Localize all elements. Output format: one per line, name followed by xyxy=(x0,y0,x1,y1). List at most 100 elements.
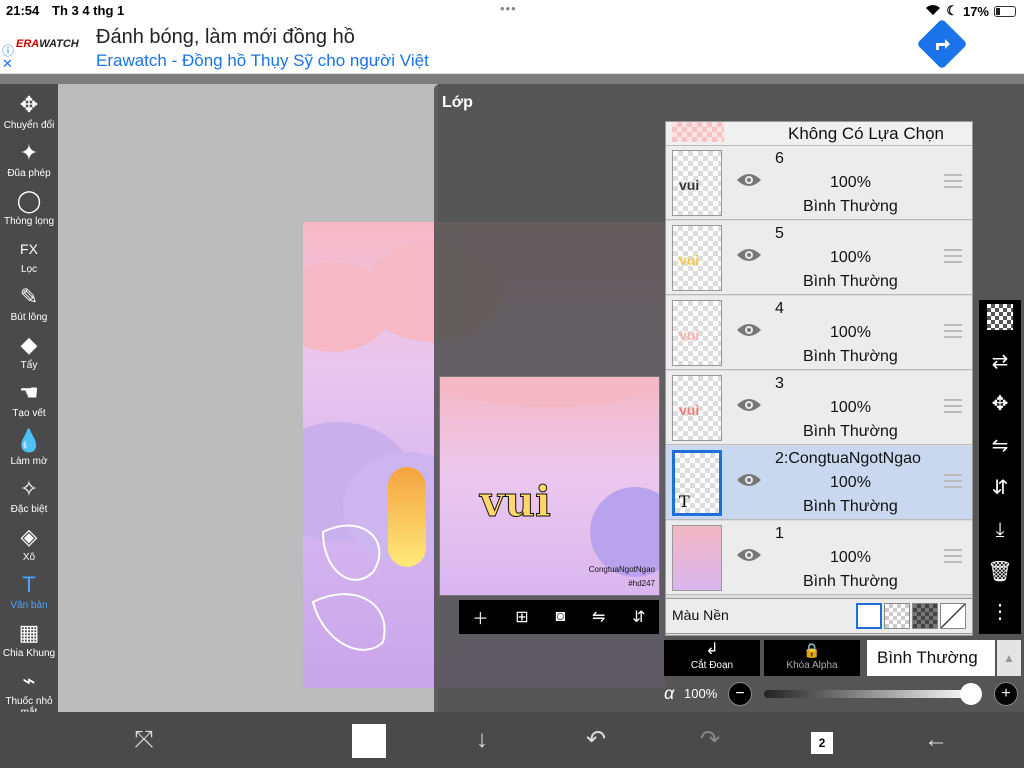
visibility-eye-icon[interactable] xyxy=(736,247,762,263)
text-icon: T xyxy=(22,572,36,597)
tool-smudge[interactable]: ☚ Tạo vết xyxy=(0,378,58,424)
flip-vertical-layer-icon[interactable]: ⇵ xyxy=(984,472,1016,504)
ad-directions-button[interactable] xyxy=(916,18,968,70)
visibility-eye-icon[interactable] xyxy=(736,172,762,188)
drag-handle-icon[interactable] xyxy=(944,249,962,263)
tool-frame-divider[interactable]: ▦ Chia Khung xyxy=(0,618,58,664)
layer-actions-bar: ⇄ ✥ ⇋ ⇵ ⤓ 🗑 ⋮ xyxy=(979,300,1021,634)
clip-arrow-icon: ↲ xyxy=(705,641,719,658)
flip-vertical-icon[interactable]: ⇵ xyxy=(632,607,645,627)
redo-icon[interactable]: ↷ xyxy=(692,722,728,758)
directions-arrow-icon xyxy=(936,39,950,50)
visibility-eye-icon[interactable] xyxy=(736,322,762,338)
drag-handle-icon[interactable] xyxy=(944,324,962,338)
layers-count-button[interactable]: 2 xyxy=(804,722,840,758)
layer-preview: vui CongtuaNgotNgao #hd247 xyxy=(439,376,660,596)
blend-mode-select[interactable]: Bình Thường xyxy=(867,640,995,676)
tool-label: Văn bản xyxy=(10,600,48,611)
bucket-icon: ◈ xyxy=(20,524,38,549)
layer-row[interactable]: T 2:CongtuaNgotNgao 100% Bình Thường xyxy=(666,446,972,520)
background-color-row: Màu Nền xyxy=(665,598,973,634)
visibility-eye-icon[interactable] xyxy=(736,472,762,488)
bg-white-swatch[interactable] xyxy=(856,603,882,629)
tool-text[interactable]: T Văn bản xyxy=(0,570,58,616)
layer-row[interactable]: 1 100% Bình Thường xyxy=(666,521,972,595)
add-layer-copy-icon[interactable]: ⊞ xyxy=(515,607,528,627)
move-layer-icon[interactable]: ✥ xyxy=(984,388,1016,420)
ad-banner[interactable]: ⓘ ✕ ERAWATCH Đánh bóng, làm mới đồng hồ … xyxy=(0,18,1024,74)
opacity-slider-knob[interactable] xyxy=(960,683,982,705)
drag-handle-icon[interactable] xyxy=(944,549,962,563)
checker-new-layer-icon[interactable] xyxy=(987,304,1013,330)
transform-tools-icon[interactable]: ⤧ xyxy=(126,722,162,758)
tool-special[interactable]: ✧ Đặc biệt xyxy=(0,474,58,520)
lasso-icon: ◯ xyxy=(16,188,42,213)
wifi-icon xyxy=(925,4,941,19)
down-arrow-icon[interactable]: ↓ xyxy=(464,722,500,758)
clip-button[interactable]: ↲ Cắt Đoạn xyxy=(664,640,760,676)
no-selection-row[interactable]: Không Có Lựa Chọn xyxy=(666,122,972,146)
tool-move[interactable]: ✥ Chuyển đổi xyxy=(0,90,58,136)
ad-title[interactable]: Đánh bóng, làm mới đồng hồ xyxy=(96,26,355,49)
blend-mode-arrow-icon[interactable]: ▲ xyxy=(997,640,1021,676)
undo-icon[interactable]: ↶ xyxy=(578,722,614,758)
drag-handle-icon[interactable] xyxy=(944,174,962,188)
layer-name: 5 xyxy=(775,225,784,242)
ad-subtitle[interactable]: Erawatch - Đồng hồ Thụy Sỹ cho người Việ… xyxy=(96,51,429,71)
bg-none-swatch[interactable] xyxy=(940,603,966,629)
layer-row[interactable]: vui 5 100% Bình Thường xyxy=(666,221,972,295)
special-icon: ✧ xyxy=(19,476,39,501)
alpha-lock-button[interactable]: 🔒 Khóa Alpha xyxy=(764,640,860,676)
trash-icon[interactable]: 🗑 xyxy=(984,556,1016,588)
opacity-minus-button[interactable]: − xyxy=(728,682,752,706)
flip-layer-icon[interactable]: ⇋ xyxy=(984,430,1016,462)
bg-transparent-swatch[interactable] xyxy=(884,603,910,629)
add-layer-icon[interactable]: ＋ xyxy=(472,605,488,629)
tool-eraser[interactable]: ◆ Tẩy xyxy=(0,330,58,376)
opacity-slider[interactable] xyxy=(764,690,974,698)
opacity-row: α 100% − + xyxy=(664,680,1024,708)
layer-thumbnail: vui xyxy=(672,225,722,291)
multitask-dots-icon[interactable]: ••• xyxy=(500,1,517,16)
tool-eyedropper[interactable]: ⌁Thuốc nhỏ mắt xyxy=(0,666,58,718)
opacity-plus-button[interactable]: + xyxy=(994,682,1018,706)
visibility-eye-icon[interactable] xyxy=(736,547,762,563)
bg-dark-swatch[interactable] xyxy=(912,603,938,629)
status-right: ☾ 17% xyxy=(925,3,1016,19)
color-swatch[interactable] xyxy=(352,724,386,758)
tool-brush[interactable]: ✎ Bút lông xyxy=(0,282,58,328)
layer-opacity: 100% xyxy=(830,549,871,566)
drag-handle-icon[interactable] xyxy=(944,399,962,413)
camera-icon[interactable]: ◙ xyxy=(555,608,565,626)
status-date: Th 3 4 thg 1 xyxy=(52,3,125,18)
eraser-icon: ◆ xyxy=(20,332,38,357)
tool-blur[interactable]: 💧 Làm mờ xyxy=(0,426,58,472)
lock-icon: 🔒 xyxy=(803,642,821,658)
layer-row[interactable]: vui 4 100% Bình Thường xyxy=(666,296,972,370)
tool-label: Thòng lọng xyxy=(3,216,55,227)
move-icon: ✥ xyxy=(19,92,39,117)
drag-handle-icon[interactable] xyxy=(944,474,962,488)
preview-caption-hashtag: #hd247 xyxy=(628,579,655,588)
tool-label: Chuyển đổi xyxy=(3,120,55,131)
layer-name: 1 xyxy=(775,525,784,542)
tool-magic-wand[interactable]: ✦ Đũa phép xyxy=(0,138,58,184)
status-time: 21:54 xyxy=(6,3,40,18)
layer-blend-mode: Bình Thường xyxy=(803,348,898,365)
merge-down-icon[interactable]: ⤓ xyxy=(984,514,1016,546)
layer-name: 2:CongtuaNgotNgao xyxy=(775,450,921,467)
visibility-eye-icon[interactable] xyxy=(736,397,762,413)
tool-lasso[interactable]: ◯ Thòng lọng xyxy=(0,186,58,232)
more-options-icon[interactable]: ⋮ xyxy=(984,596,1016,628)
layer-row[interactable]: vui 6 100% Bình Thường xyxy=(666,146,972,220)
back-arrow-icon[interactable]: ← xyxy=(918,722,954,758)
layer-list[interactable]: Không Có Lựa Chọn vui 6 100% Bình Thường vui… xyxy=(665,121,973,636)
flip-horizontal-icon[interactable]: ⇋ xyxy=(592,607,605,627)
layer-name: 4 xyxy=(775,300,784,317)
preview-toolbar: ＋ ⊞ ◙ ⇋ ⇵ xyxy=(459,600,659,634)
tool-fx[interactable]: FX Lọc xyxy=(0,234,58,280)
ad-close-icon[interactable]: ✕ xyxy=(2,56,13,72)
tool-bucket[interactable]: ◈ Xô xyxy=(0,522,58,568)
layer-row[interactable]: vui 3 100% Bình Thường xyxy=(666,371,972,445)
layer-transfer-icon[interactable]: ⇄ xyxy=(984,346,1016,378)
